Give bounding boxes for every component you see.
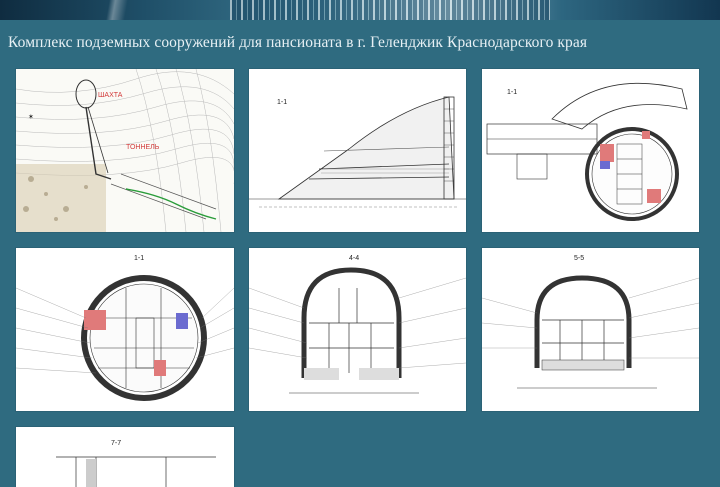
thumbnail-arch-section-b[interactable]: 5-5	[482, 248, 699, 411]
section-drawing: 1-1	[249, 69, 466, 232]
section-7-7-drawing: 7-7	[16, 427, 234, 487]
thumbnail-arch-section-a[interactable]: 4-4	[249, 248, 466, 411]
svg-text:✶: ✶	[28, 113, 34, 121]
header-banner	[0, 0, 720, 20]
svg-text:1-1: 1-1	[507, 89, 517, 96]
svg-text:ШАХТА: ШАХТА	[98, 92, 123, 99]
banner-decoration	[230, 0, 550, 20]
plan-drawing: 1-1	[482, 69, 699, 232]
svg-text:1-1: 1-1	[134, 255, 144, 262]
banner-streak	[60, 0, 180, 20]
svg-text:7-7: 7-7	[111, 440, 121, 447]
thumbnail-section-7-7[interactable]: 7-7	[16, 427, 234, 487]
arch-section-a-drawing: 4-4	[249, 248, 466, 411]
thumbnail-site-plan[interactable]: ШАХТА ТОННЕЛЬ ✶	[16, 69, 234, 232]
page-title: Комплекс подземных сооружений для пансио…	[8, 34, 588, 51]
site-plan-drawing: ШАХТА ТОННЕЛЬ ✶	[16, 69, 234, 232]
section-label: 1-1	[277, 99, 287, 106]
svg-text:5-5: 5-5	[574, 255, 584, 262]
circular-section-drawing: 1-1	[16, 248, 234, 411]
svg-text:ТОННЕЛЬ: ТОННЕЛЬ	[126, 144, 160, 151]
thumbnail-plan-view[interactable]: 1-1	[482, 69, 699, 232]
thumbnail-circular-section[interactable]: 1-1	[16, 248, 234, 411]
svg-text:4-4: 4-4	[349, 255, 359, 262]
arch-section-b-drawing: 5-5	[482, 248, 699, 411]
thumbnail-section-1-1[interactable]: 1-1	[249, 69, 466, 232]
